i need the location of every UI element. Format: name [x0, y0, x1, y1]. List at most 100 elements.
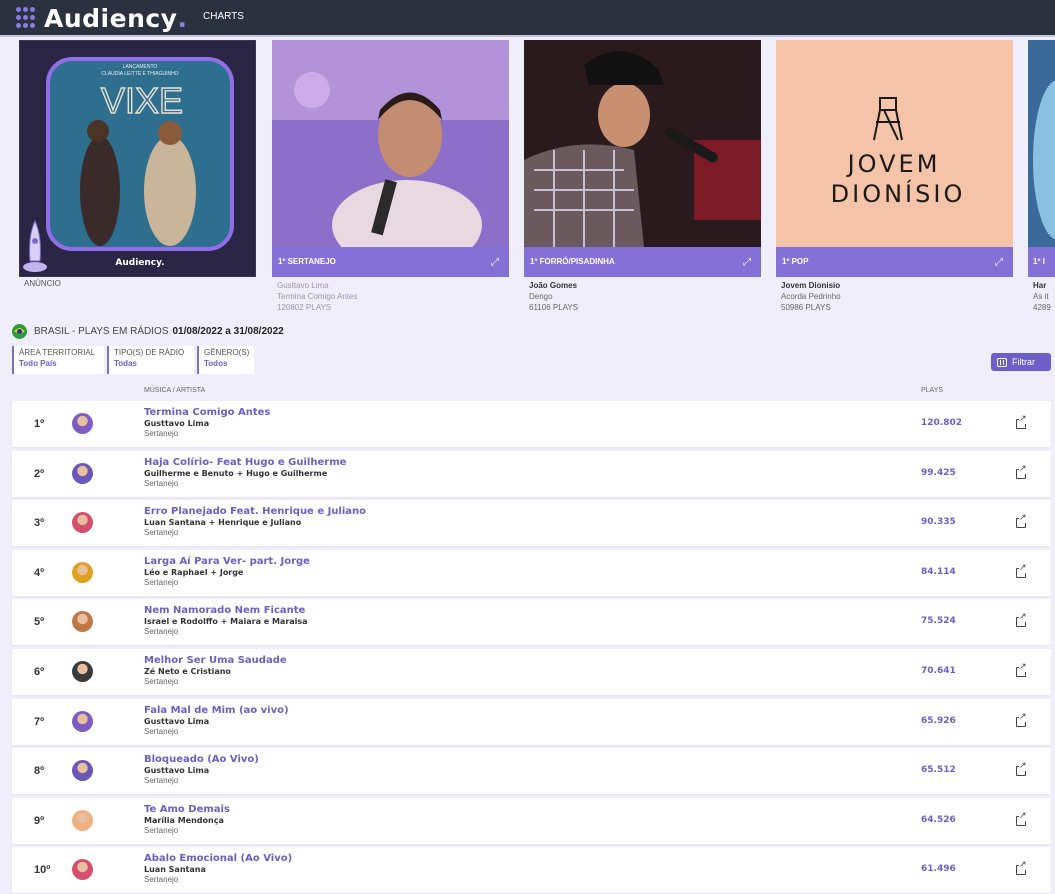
filter-radio-type[interactable]: TIPO(S) DE RÁDIO Todas: [107, 346, 194, 374]
artist-avatar[interactable]: [72, 760, 93, 781]
external-link-icon[interactable]: [1016, 811, 1027, 826]
play-count: 90.335: [921, 517, 956, 527]
artist-avatar[interactable]: [72, 413, 93, 434]
song-genre: Sertanejo: [144, 826, 179, 835]
audiency-logo[interactable]: Audiency.: [16, 3, 187, 33]
artist-photo: [1028, 40, 1055, 247]
sliders-icon: [997, 357, 1007, 367]
artist-name: Luan Santana + Henrique e Juliano: [144, 518, 302, 527]
song-title[interactable]: Melhor Ser Uma Saudade: [144, 655, 287, 666]
song-genre: Sertanejo: [144, 727, 179, 736]
top-card-partial[interactable]: 1º I: [1028, 40, 1055, 277]
row-rank: 2º: [34, 468, 45, 480]
filter-area-territorial[interactable]: ÁREA TERRITORIAL Todo País: [12, 346, 104, 374]
logo-dots-icon: [16, 7, 38, 29]
chart-row[interactable]: 4º Larga Aí Para Ver- part. Jorge Léo e Ra…: [12, 550, 1051, 596]
artist-avatar[interactable]: [72, 711, 93, 732]
external-link-icon[interactable]: [1016, 662, 1027, 677]
row-rank: 1º: [34, 418, 45, 430]
artist-avatar[interactable]: [72, 611, 93, 632]
artist-avatar[interactable]: [72, 562, 93, 583]
chart-row[interactable]: 2º Haja Colírio- Feat Hugo e Guilherme Gui…: [12, 451, 1051, 497]
song-title[interactable]: Te Amo Demais: [144, 804, 230, 815]
chart-row[interactable]: 10º Abalo Emocional (Ao Vivo) Luan Santana…: [12, 847, 1051, 893]
filter-button[interactable]: Filtrar: [991, 353, 1051, 371]
song-title[interactable]: Haja Colírio- Feat Hugo e Guilherme: [144, 457, 346, 468]
ad-brand: Audiency.: [115, 258, 164, 268]
card-info-3: Jovem Dionisio Acorda Pedrinho 50986 PLA…: [781, 280, 841, 313]
external-link-icon[interactable]: [1016, 860, 1027, 875]
play-count: 99.425: [921, 468, 956, 478]
song-title[interactable]: Termina Comigo Antes: [144, 407, 270, 418]
card-song: Acorda Pedrinho: [781, 292, 841, 301]
song-genre: Sertanejo: [144, 429, 179, 438]
card-plays: 120802 PLAYS: [277, 303, 332, 312]
top-card-pop[interactable]: JOVEM DIONÍSIO 1º POP ⤢: [776, 40, 1013, 277]
chart-row[interactable]: 5º Nem Namorado Nem Ficante Israel e Rodol…: [12, 599, 1051, 645]
song-title[interactable]: Bloqueado (Ao Vivo): [144, 754, 259, 765]
filter-title: ÁREA TERRITORIAL: [19, 348, 96, 357]
row-rank: 8º: [34, 765, 45, 777]
card-plays: 50986 PLAYS: [781, 303, 831, 312]
artist-avatar[interactable]: [72, 810, 93, 831]
play-count: 70.641: [921, 666, 956, 676]
filter-value: Todas: [114, 359, 137, 368]
artist-avatar[interactable]: [72, 661, 93, 682]
row-rank: 10º: [34, 864, 51, 876]
external-link-icon[interactable]: [1016, 761, 1027, 776]
chart-row[interactable]: 1º Termina Comigo Antes Gusttavo Lima Serta…: [12, 401, 1051, 447]
song-title[interactable]: Abalo Emocional (Ao Vivo): [144, 853, 292, 864]
artist-name: Gusttavo Lima: [144, 717, 210, 726]
top-navigation-bar: Audiency. CHARTS: [0, 0, 1055, 37]
card-rank-label: 1º FORRÓ/PISADINHA: [524, 247, 761, 277]
artist-avatar[interactable]: [72, 512, 93, 533]
logo-text: Audiency: [44, 3, 178, 33]
external-link-icon[interactable]: [1016, 612, 1027, 627]
play-count: 65.512: [921, 765, 956, 775]
chart-row[interactable]: 3º Erro Planejado Feat. Henrique e Julian…: [12, 500, 1051, 546]
artist-avatar[interactable]: [72, 859, 93, 880]
nav-charts-link[interactable]: CHARTS: [203, 11, 244, 22]
expand-icon[interactable]: ⤢: [995, 258, 1005, 268]
top-card-sertanejo[interactable]: 1º SERTANEJO ⤢: [272, 40, 509, 277]
song-title[interactable]: Erro Planejado Feat. Henrique e Juliano: [144, 506, 366, 517]
external-link-icon[interactable]: [1016, 712, 1027, 727]
top-card-forro[interactable]: 1º FORRÓ/PISADINHA ⤢: [524, 40, 761, 277]
artist-avatar[interactable]: [72, 463, 93, 484]
card-plays: 4289: [1033, 303, 1051, 312]
expand-icon[interactable]: ⤢: [491, 258, 501, 268]
expand-icon[interactable]: ⤢: [743, 258, 753, 268]
card-song: As it: [1033, 292, 1049, 301]
song-title[interactable]: Fala Mal de Mim (ao vivo): [144, 705, 289, 716]
ad-artwork: LANÇAMENTO CLAUDIA LEITTE E THIAGUINHO V…: [20, 41, 255, 276]
artist-name: Léo e Raphael + Jorge: [144, 568, 244, 577]
ad-banner[interactable]: LANÇAMENTO CLAUDIA LEITTE E THIAGUINHO V…: [19, 40, 256, 277]
ad-label: ANÚNCIO: [24, 279, 61, 288]
song-genre: Sertanejo: [144, 875, 179, 884]
external-link-icon[interactable]: [1016, 563, 1027, 578]
chart-row[interactable]: 9º Te Amo Demais Marília Mendonça Sertanejo…: [12, 798, 1051, 844]
play-count: 64.526: [921, 815, 956, 825]
chart-row[interactable]: 7º Fala Mal de Mim (ao vivo) Gusttavo Lima…: [12, 699, 1051, 745]
artist-name: Gusttavo Lima: [144, 419, 210, 428]
external-link-icon[interactable]: [1016, 414, 1027, 429]
row-rank: 3º: [34, 517, 45, 529]
external-link-icon[interactable]: [1016, 464, 1027, 479]
song-genre: Sertanejo: [144, 776, 179, 785]
play-count: 65.926: [921, 716, 956, 726]
artist-photo: [272, 40, 509, 247]
filter-value: Todos: [204, 359, 228, 368]
card-plays: 61106 PLAYS: [529, 303, 579, 312]
card-artist: Har: [1033, 281, 1047, 290]
filter-genre[interactable]: GÊNERO(S) Todos: [197, 346, 254, 374]
external-link-icon[interactable]: [1016, 513, 1027, 528]
chart-row[interactable]: 6º Melhor Ser Uma Saudade Zé Neto e Cristi…: [12, 649, 1051, 695]
song-genre: Sertanejo: [144, 528, 179, 537]
song-title[interactable]: Nem Namorado Nem Ficante: [144, 605, 305, 616]
song-genre: Sertanejo: [144, 627, 179, 636]
filter-button-label: Filtrar: [1012, 357, 1035, 367]
region-text: BRASIL - PLAYS EM RÁDIOS: [34, 325, 169, 337]
artist-photo: [524, 40, 761, 247]
song-title[interactable]: Larga Aí Para Ver- part. Jorge: [144, 556, 310, 567]
chart-row[interactable]: 8º Bloqueado (Ao Vivo) Gusttavo Lima Sertan…: [12, 748, 1051, 794]
